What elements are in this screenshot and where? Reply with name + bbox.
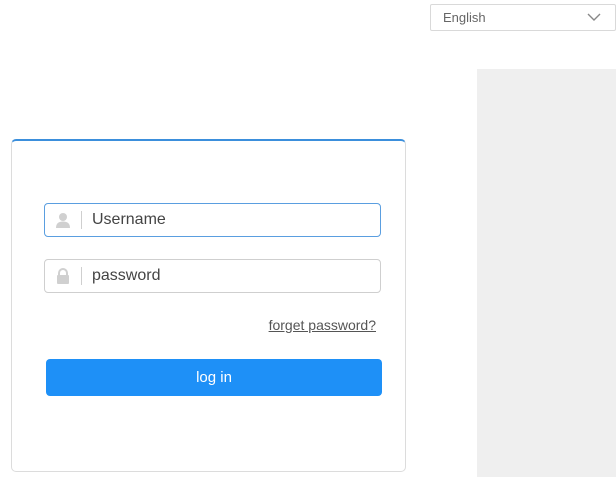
side-panel bbox=[477, 69, 616, 477]
user-icon bbox=[45, 204, 81, 236]
username-input[interactable] bbox=[82, 204, 380, 236]
username-field[interactable] bbox=[44, 203, 381, 237]
language-select-value: English bbox=[443, 10, 486, 25]
login-page: English f bbox=[0, 0, 616, 477]
login-card: forget password? log in bbox=[11, 139, 406, 472]
password-field[interactable] bbox=[44, 259, 381, 293]
chevron-down-icon bbox=[587, 13, 601, 21]
login-button[interactable]: log in bbox=[46, 359, 382, 396]
lock-icon bbox=[45, 260, 81, 292]
forgot-password-link[interactable]: forget password? bbox=[269, 317, 376, 333]
language-select[interactable]: English bbox=[430, 4, 616, 31]
password-input[interactable] bbox=[82, 260, 380, 292]
